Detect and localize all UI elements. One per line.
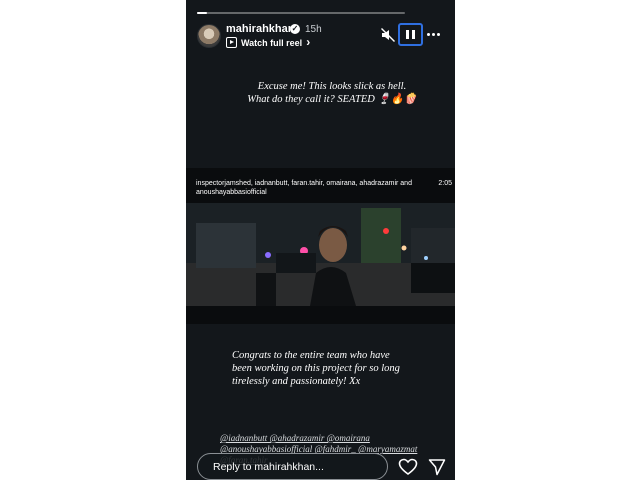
send-icon[interactable] [428, 458, 446, 476]
story-progress-bar [197, 12, 405, 14]
caption-top: Excuse me! This looks slick as hell. Wha… [222, 80, 442, 106]
reply-placeholder: Reply to mahirahkhan... [213, 461, 324, 473]
mute-icon[interactable] [380, 27, 396, 43]
story-progress-fill [197, 12, 208, 14]
shared-reel-header: inspectorjamshed, iadnanbutt, faran.tahi… [196, 179, 452, 197]
avatar[interactable] [197, 24, 221, 48]
username[interactable]: mahirahkhan [226, 23, 294, 35]
video-duration: 2:05 [438, 180, 452, 187]
heart-icon[interactable] [398, 458, 418, 476]
chevron-right-icon: › [306, 35, 311, 49]
pause-icon [412, 30, 415, 39]
mention-line[interactable]: @iadnanbutt @ahadrazamir @omairana [220, 433, 450, 444]
watch-full-reel-link[interactable]: Watch full reel › [226, 35, 311, 49]
pause-icon [406, 30, 409, 39]
video-thumbnail[interactable] [186, 203, 455, 306]
pause-button[interactable] [398, 23, 423, 46]
shared-reel-authors: inspectorjamshed, iadnanbutt, faran.tahi… [196, 180, 412, 187]
reply-input[interactable]: Reply to mahirahkhan... [197, 453, 388, 480]
caption-line: been working on this project for so long [232, 363, 400, 374]
caption-line: tirelessly and passionately! Xx [232, 376, 361, 387]
story-viewer[interactable]: mahirahkhan ✓ 15h Watch full reel › Excu… [186, 0, 455, 480]
watch-full-reel-label: Watch full reel [241, 37, 303, 48]
verified-icon: ✓ [290, 24, 300, 34]
shared-reel-authors-2: anoushayabbasiofficial [196, 189, 267, 196]
more-icon[interactable] [427, 33, 440, 36]
post-time: 15h [305, 24, 322, 35]
reel-icon [226, 37, 237, 48]
caption-line: Congrats to the entire team who have [232, 350, 390, 361]
caption-line: What do they call it? SEATED 🍷🔥🍿 [247, 94, 417, 105]
caption-line: Excuse me! This looks slick as hell. [257, 81, 407, 92]
caption-bottom: Congrats to the entire team who have bee… [232, 349, 402, 388]
